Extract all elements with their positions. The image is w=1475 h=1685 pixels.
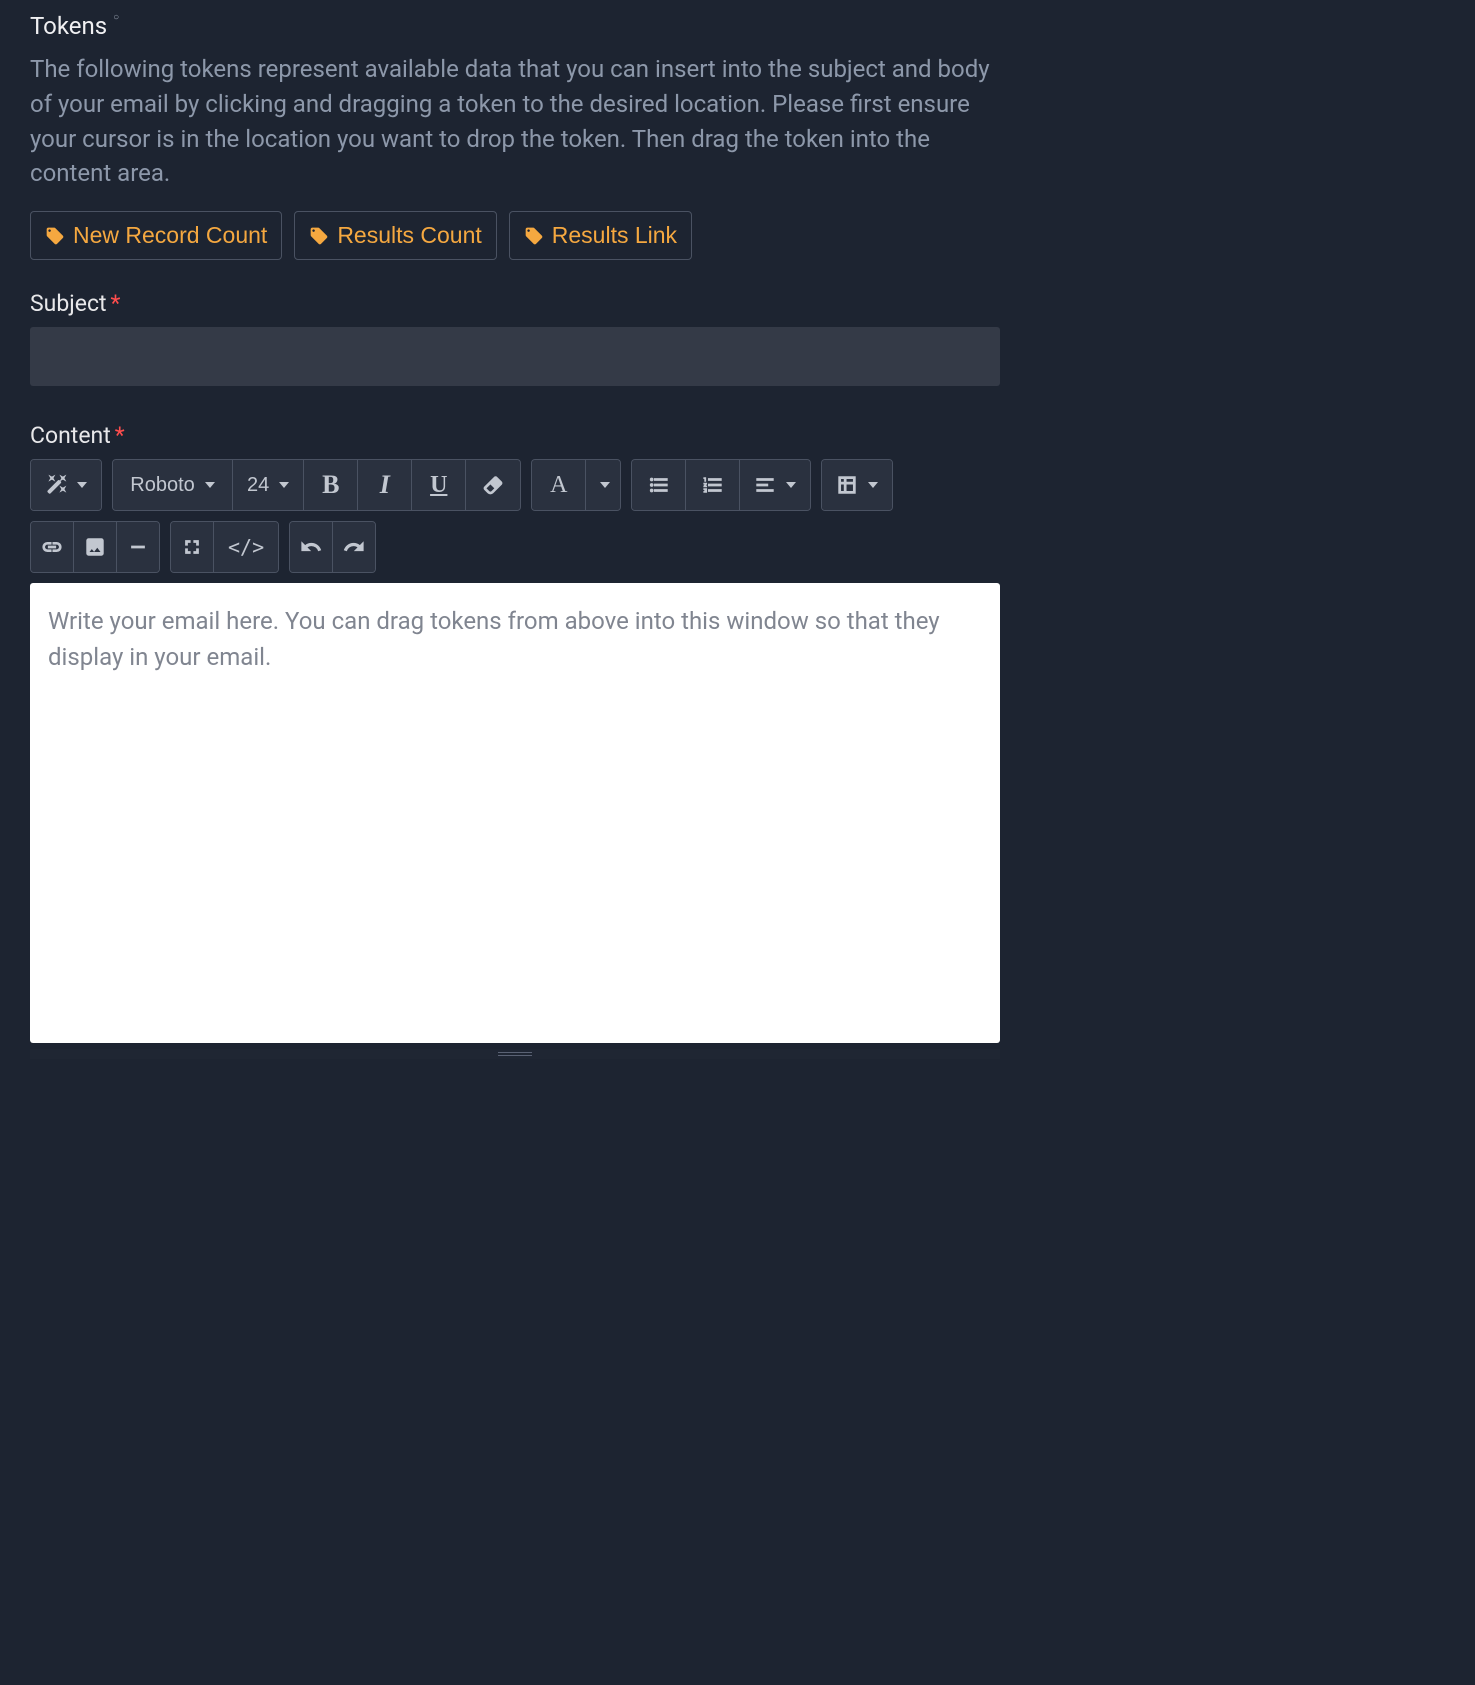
required-mark: * <box>111 290 121 317</box>
underline-button[interactable]: U <box>412 460 466 510</box>
redo-button[interactable] <box>333 522 375 572</box>
font-color-icon: A <box>550 472 567 499</box>
eraser-icon <box>482 474 504 496</box>
link-button[interactable] <box>31 522 74 572</box>
font-family-dropdown[interactable]: Roboto <box>113 460 233 510</box>
redo-icon <box>343 536 365 558</box>
tag-icon <box>524 226 544 246</box>
underline-icon: U <box>430 472 447 499</box>
required-mark: * <box>115 422 125 449</box>
grip-icon <box>498 1052 532 1056</box>
editor-toolbar-row-1: Roboto 24 B I U A <box>30 459 1000 511</box>
undo-icon <box>300 536 322 558</box>
tokens-description: The following tokens represent available… <box>30 52 1000 191</box>
token-results-count[interactable]: Results Count <box>294 211 496 260</box>
font-size-dropdown[interactable]: 24 <box>233 460 304 510</box>
font-color-button[interactable]: A <box>532 460 586 510</box>
image-button[interactable] <box>74 522 117 572</box>
font-size-value: 24 <box>247 474 269 497</box>
editor-toolbar-row-2: </> <box>30 521 1000 573</box>
token-buttons-row: New Record Count Results Count Results L… <box>30 211 1000 260</box>
tokens-title: Tokens○ <box>30 12 1000 40</box>
token-label: New Record Count <box>73 222 267 249</box>
italic-button[interactable]: I <box>358 460 412 510</box>
chevron-down-icon <box>868 482 878 488</box>
paragraph-align-dropdown[interactable] <box>740 460 810 510</box>
unordered-list-button[interactable] <box>632 460 686 510</box>
bold-icon: B <box>322 470 339 500</box>
subject-label: Subject* <box>30 290 1000 317</box>
horizontal-rule-button[interactable] <box>117 522 159 572</box>
tag-icon <box>309 226 329 246</box>
fullscreen-button[interactable] <box>171 522 214 572</box>
chevron-down-icon <box>77 482 87 488</box>
undo-button[interactable] <box>290 522 333 572</box>
code-view-button[interactable]: </> <box>214 522 278 572</box>
chevron-down-icon <box>205 482 215 488</box>
ordered-list-button[interactable] <box>686 460 740 510</box>
clear-formatting-button[interactable] <box>466 460 520 510</box>
token-results-link[interactable]: Results Link <box>509 211 692 260</box>
chevron-down-icon <box>279 482 289 488</box>
italic-icon: I <box>380 470 390 500</box>
bold-button[interactable]: B <box>304 460 358 510</box>
table-icon <box>836 474 858 496</box>
list-ol-icon <box>702 474 724 496</box>
align-icon <box>754 474 776 496</box>
code-icon: </> <box>228 535 264 559</box>
editor-resize-handle[interactable] <box>30 1049 1000 1059</box>
minus-icon <box>127 536 149 558</box>
table-dropdown[interactable] <box>822 460 892 510</box>
info-dot: ○ <box>113 12 119 23</box>
link-icon <box>41 536 63 558</box>
chevron-down-icon <box>786 482 796 488</box>
content-label: Content* <box>30 422 1000 449</box>
token-label: Results Count <box>337 222 481 249</box>
image-icon <box>84 536 106 558</box>
tag-icon <box>45 226 65 246</box>
token-label: Results Link <box>552 222 677 249</box>
fullscreen-icon <box>181 536 203 558</box>
subject-input[interactable] <box>30 327 1000 386</box>
font-color-dropdown[interactable] <box>586 460 620 510</box>
magic-wand-icon <box>45 474 67 496</box>
chevron-down-icon <box>600 482 610 488</box>
content-editor[interactable]: Write your email here. You can drag toke… <box>30 583 1000 1043</box>
editor-placeholder: Write your email here. You can drag toke… <box>48 603 982 675</box>
font-family-value: Roboto <box>130 474 195 497</box>
list-ul-icon <box>648 474 670 496</box>
token-new-record-count[interactable]: New Record Count <box>30 211 282 260</box>
magic-style-button[interactable] <box>31 460 101 510</box>
